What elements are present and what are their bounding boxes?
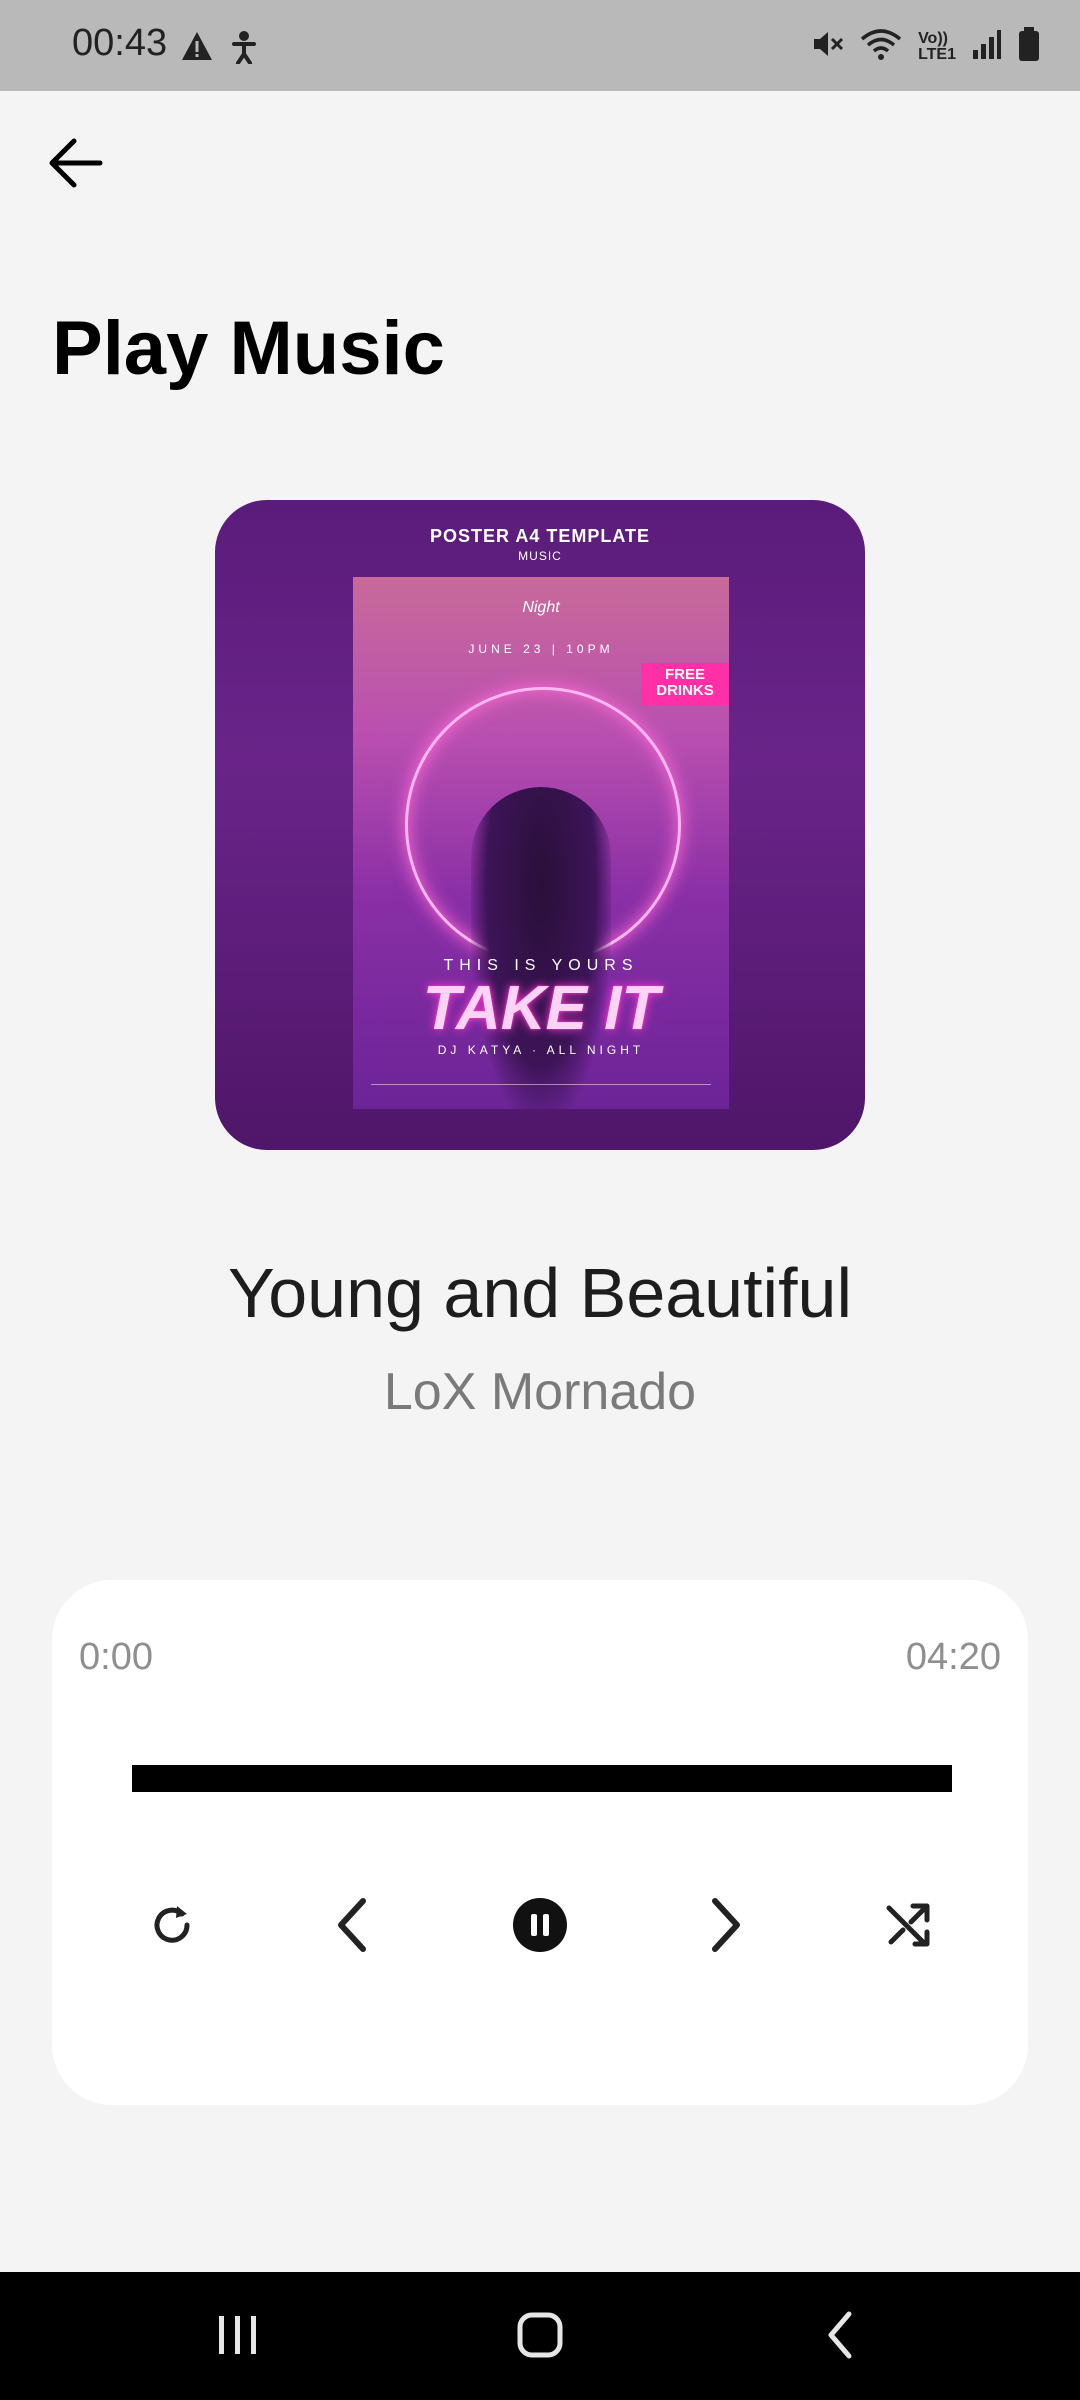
- repeat-icon: [154, 1906, 190, 1943]
- poster-headline: TAKE IT: [422, 974, 660, 1043]
- total-time: 04:20: [905, 1636, 1001, 1678]
- home-button[interactable]: [495, 2300, 585, 2370]
- poster-night-logo: Night: [522, 599, 560, 616]
- network-label-top: Vo)): [918, 29, 948, 47]
- recent-apps-button[interactable]: [193, 2300, 283, 2370]
- previous-button[interactable]: [309, 1880, 399, 1970]
- poster-free-text: FREE: [664, 666, 705, 683]
- poster-dj: DJ KATYA · ALL NIGHT: [437, 1043, 645, 1057]
- artwork-title: POSTER A4 TEMPLATE: [429, 526, 651, 546]
- repeat-button[interactable]: [127, 1880, 217, 1970]
- page-title: Play Music: [52, 306, 445, 391]
- shuffle-icon: [886, 1903, 930, 1947]
- arrow-left-icon: [49, 138, 103, 188]
- song-title: Young and Beautiful: [227, 1254, 853, 1332]
- artwork-header: POSTER A4 TEMPLATE MUSIC: [215, 526, 865, 563]
- next-button[interactable]: [679, 1880, 769, 1970]
- album-artwork: POSTER A4 TEMPLATE MUSIC Night JUNE 23 |…: [215, 500, 865, 1150]
- wifi-icon: [860, 27, 902, 66]
- back-icon: [828, 2311, 852, 2359]
- nav-back-button[interactable]: [796, 2300, 886, 2370]
- status-right-icons: Vo)) LTE1: [810, 26, 1040, 67]
- network-label-bottom: LTE1: [918, 45, 956, 63]
- song-artist: LoX Mornado: [383, 1363, 697, 1421]
- poster-free-badge: FREE DRINKS: [641, 663, 729, 705]
- poster-image: Night JUNE 23 | 10PM FREE DRINKS THIS IS…: [353, 577, 729, 1109]
- battery-icon: [1018, 26, 1040, 67]
- navigation-bar: [0, 2272, 1080, 2400]
- current-time: 0:00: [79, 1636, 153, 1678]
- signal-icon: [972, 28, 1002, 65]
- back-button[interactable]: [40, 128, 110, 198]
- poster-footer: [371, 1084, 711, 1095]
- playback-controls: [52, 1880, 1028, 1970]
- next-icon: [712, 1898, 740, 1952]
- warning-icon: [180, 30, 214, 69]
- poster-date: JUNE 23 | 10PM: [468, 642, 614, 656]
- artwork-subtitle: MUSIC: [518, 549, 562, 563]
- poster-drinks-text: DRINKS: [656, 682, 714, 699]
- progress-fill: [132, 1765, 952, 1792]
- home-icon: [517, 2312, 563, 2358]
- mute-icon: [810, 27, 844, 66]
- previous-icon: [338, 1898, 366, 1952]
- volte-lte-icon: Vo)) LTE1: [918, 29, 956, 63]
- pause-button[interactable]: [495, 1880, 585, 1970]
- status-left-icons: [180, 30, 260, 69]
- poster-figure: [471, 787, 611, 1109]
- progress-bar[interactable]: [132, 1765, 952, 1792]
- status-time: 00:43: [72, 22, 168, 64]
- pause-icon: [513, 1898, 567, 1952]
- player-card: 0:00 04:20: [52, 1580, 1028, 2105]
- shuffle-button[interactable]: [863, 1880, 953, 1970]
- status-bar: 00:43 Vo)) LTE1: [0, 0, 1080, 91]
- accessibility-icon: [228, 30, 260, 69]
- recent-apps-icon: [219, 2316, 256, 2354]
